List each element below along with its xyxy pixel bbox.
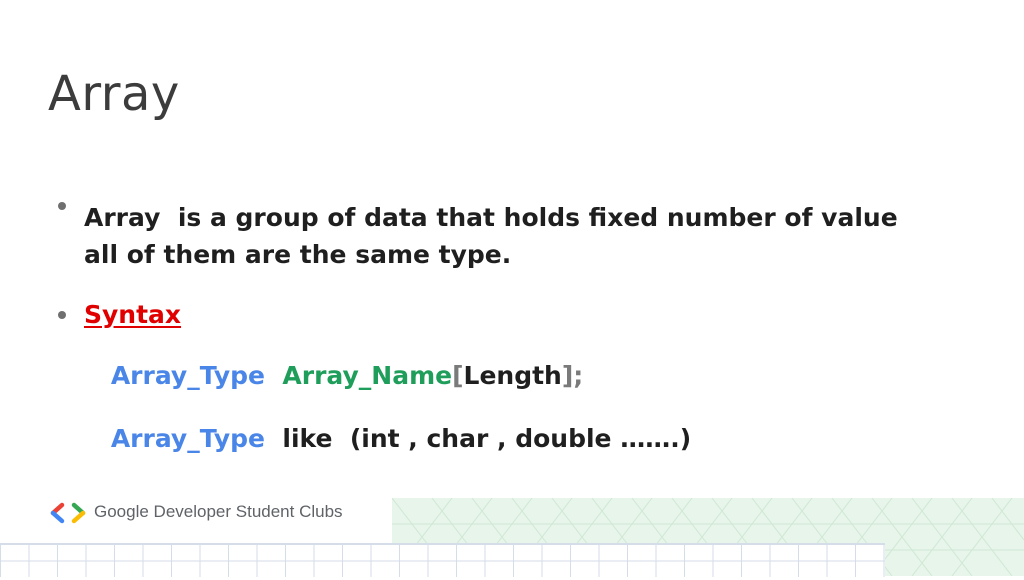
array-type-token: Array_Type xyxy=(110,361,265,390)
gdsc-brackets-logo-icon xyxy=(50,502,86,524)
close-bracket-token: ]; xyxy=(561,361,584,390)
definition-line2: all of them are the same type. xyxy=(84,240,512,269)
token-gap xyxy=(265,361,282,390)
syntax-example: Array_Type like (int , char , double …….… xyxy=(76,395,691,482)
type-examples: like (int , char , double …….) xyxy=(264,424,692,453)
bullet-dot-icon xyxy=(58,202,66,210)
definition-line1: is a group of data that holds fixed numb… xyxy=(160,203,898,232)
length-token: Length xyxy=(463,361,562,390)
slide-title: Array xyxy=(48,66,180,122)
array-name-token: Array_Name xyxy=(282,361,453,390)
open-bracket-token: [ xyxy=(452,361,464,390)
bullet-dot-icon xyxy=(58,311,66,319)
definition-text: Array is a group of data that holds fixe… xyxy=(84,199,984,273)
syntax-label: Syntax xyxy=(84,300,182,329)
decorative-grid-pattern xyxy=(0,543,885,577)
array-type-token: Array_Type xyxy=(110,424,265,453)
footer-brand-text: Google Developer Student Clubs xyxy=(94,502,343,521)
definition-keyword: Array xyxy=(84,203,161,232)
